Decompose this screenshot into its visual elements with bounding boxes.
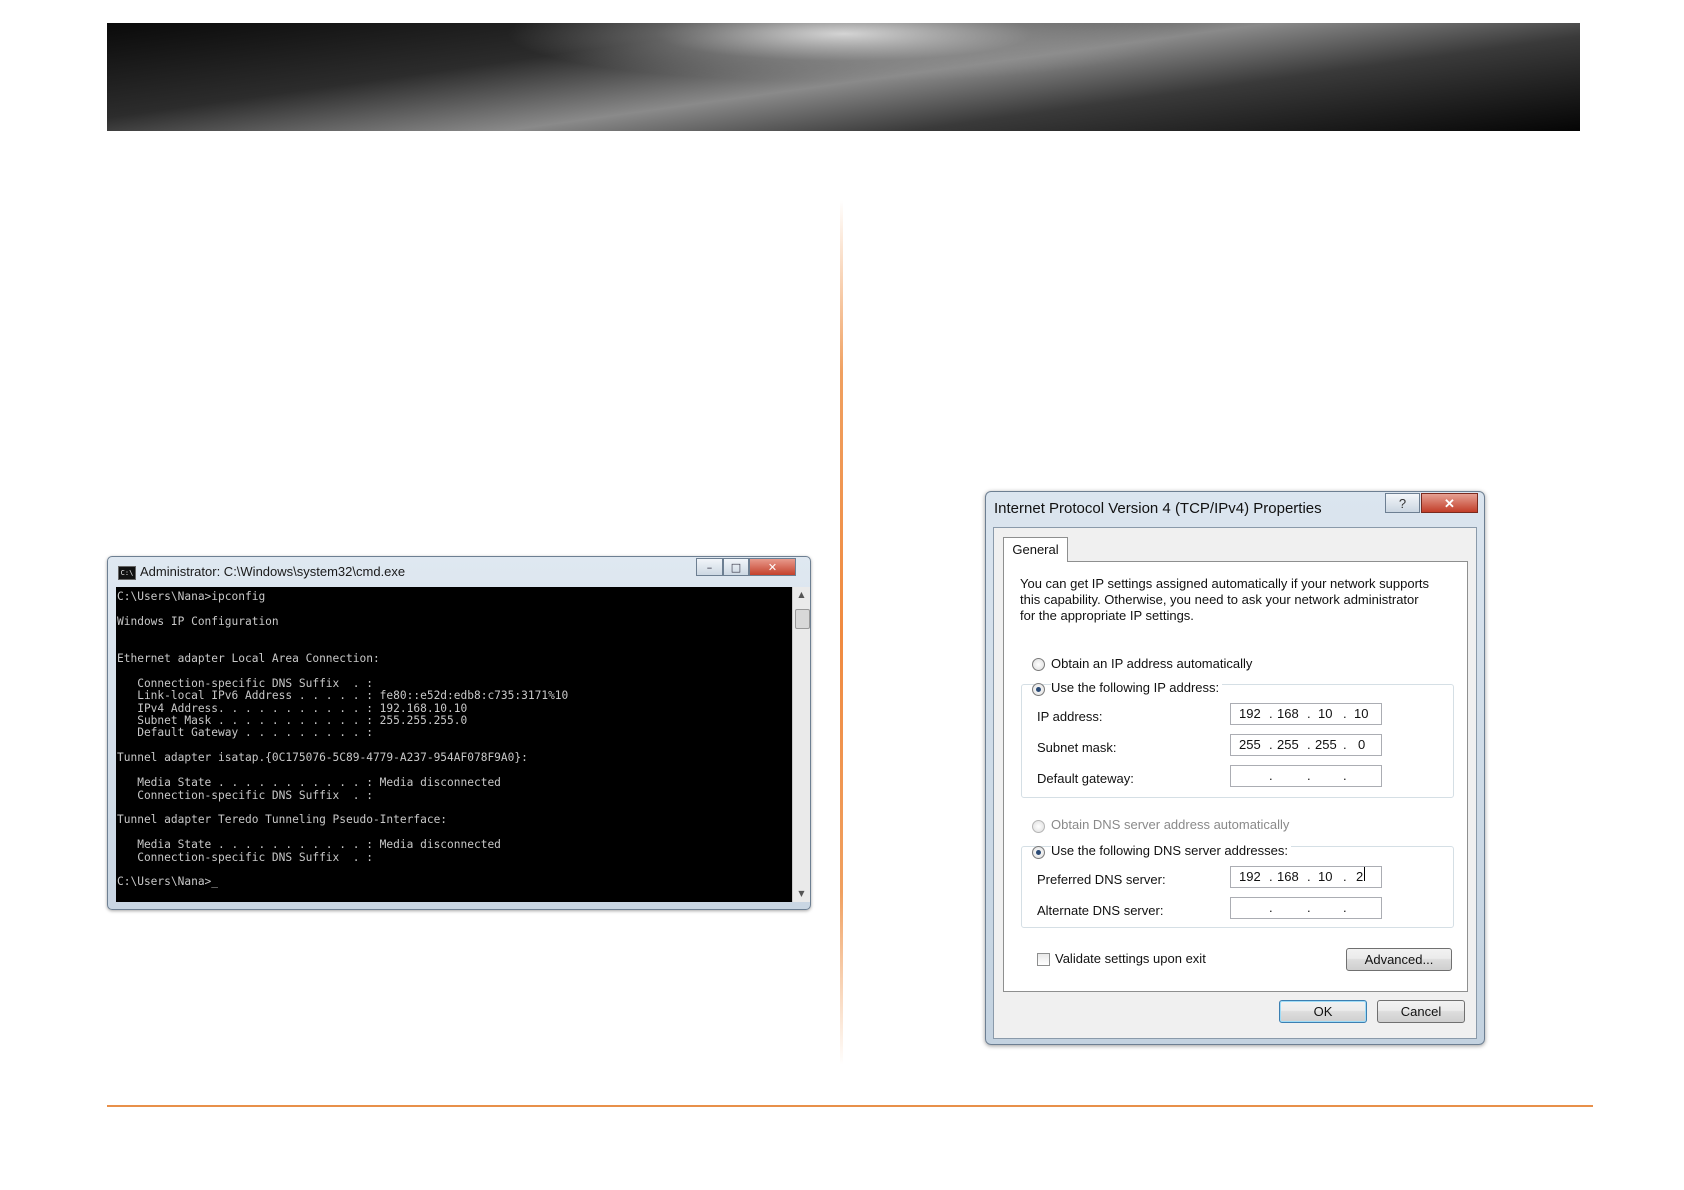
tab-general[interactable]: General [1003, 537, 1068, 562]
dialog-title: Internet Protocol Version 4 (TCP/IPv4) P… [994, 500, 1322, 517]
maximize-button[interactable]: □ [723, 558, 749, 576]
dialog-client-area: General You can get IP settings assigned… [993, 527, 1477, 1039]
cmd-console[interactable]: C:\Users\Nana>ipconfig Windows IP Config… [116, 587, 792, 902]
ok-button[interactable]: OK [1279, 1000, 1367, 1023]
use-following-ip-radio[interactable] [1032, 683, 1045, 696]
obtain-dns-auto-radio [1032, 820, 1045, 833]
header-banner [107, 23, 1580, 131]
subnet-mask-label: Subnet mask: [1037, 740, 1117, 755]
cmd-window: C:\ Administrator: C:\Windows\system32\c… [107, 556, 811, 910]
default-gateway-input[interactable]: . . . [1230, 765, 1382, 787]
preferred-dns-label: Preferred DNS server: [1037, 872, 1166, 887]
minimize-button[interactable]: – [696, 558, 723, 576]
obtain-dns-auto-label: Obtain DNS server address automatically [1051, 817, 1290, 832]
ipv4-properties-dialog: Internet Protocol Version 4 (TCP/IPv4) P… [985, 491, 1485, 1045]
close-button[interactable]: ✕ [749, 558, 796, 576]
validate-settings-checkbox[interactable] [1037, 953, 1050, 966]
alternate-dns-input[interactable]: . . . [1230, 897, 1382, 919]
default-gateway-label: Default gateway: [1037, 771, 1134, 786]
obtain-ip-auto-radio[interactable] [1032, 658, 1045, 671]
description-text: You can get IP settings assigned automat… [1020, 576, 1430, 623]
cmd-output: C:\Users\Nana>ipconfig Windows IP Config… [117, 590, 569, 889]
cancel-button[interactable]: Cancel [1377, 1000, 1465, 1023]
help-button[interactable]: ? [1385, 493, 1420, 513]
use-following-dns-radio[interactable] [1032, 846, 1045, 859]
scroll-up-arrow-icon[interactable]: ▲ [793, 587, 810, 603]
use-following-ip-label[interactable]: Use the following IP address: [1051, 680, 1223, 695]
obtain-ip-auto-label[interactable]: Obtain an IP address automatically [1051, 656, 1252, 671]
cmd-window-title: Administrator: C:\Windows\system32\cmd.e… [140, 564, 406, 579]
subnet-mask-input[interactable]: 255 . 255 . 255 . 0 [1230, 734, 1382, 756]
footer-rule [107, 1105, 1593, 1107]
dialog-close-button[interactable]: ✕ [1421, 493, 1478, 513]
general-tab-panel: You can get IP settings assigned automat… [1003, 561, 1468, 992]
preferred-dns-input[interactable]: 192 . 168 . 10 . 2 [1230, 866, 1382, 888]
alternate-dns-label: Alternate DNS server: [1037, 903, 1164, 918]
advanced-button[interactable]: Advanced... [1346, 948, 1452, 971]
text-caret [1364, 867, 1365, 881]
scroll-thumb[interactable] [795, 609, 810, 629]
cmd-titlebar[interactable]: C:\ Administrator: C:\Windows\system32\c… [108, 557, 810, 587]
column-divider [840, 200, 843, 1065]
use-following-dns-label[interactable]: Use the following DNS server addresses: [1051, 843, 1291, 858]
ip-address-input[interactable]: 192 . 168 . 10 . 10 [1230, 703, 1382, 725]
validate-settings-label[interactable]: Validate settings upon exit [1055, 951, 1206, 966]
cmd-app-icon: C:\ [118, 566, 136, 580]
cmd-scrollbar[interactable]: ▲ ▼ [792, 587, 810, 902]
ip-address-label: IP address: [1037, 709, 1103, 724]
scroll-down-arrow-icon[interactable]: ▼ [793, 886, 810, 902]
